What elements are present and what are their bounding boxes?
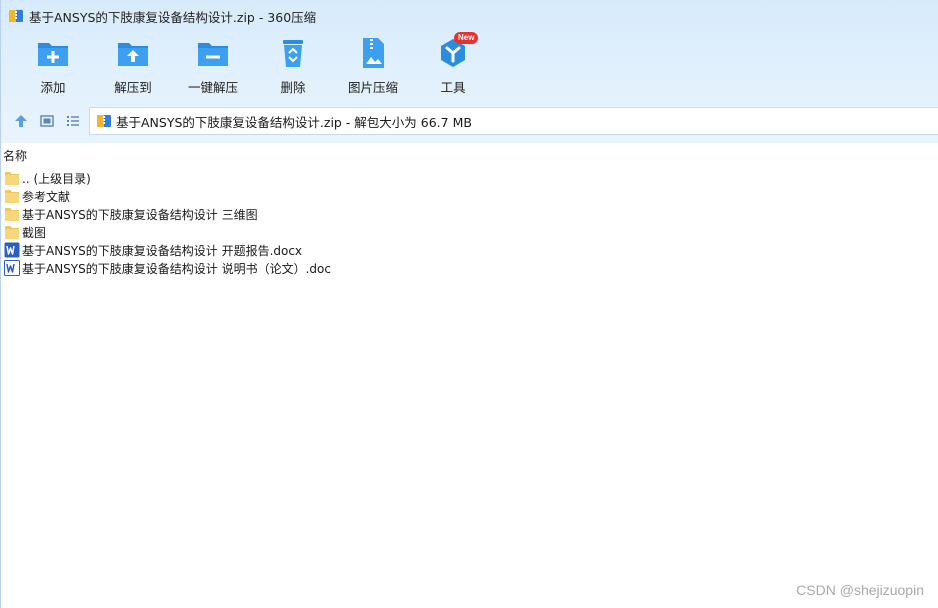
folder-oneclick-icon xyxy=(198,43,228,66)
folder-extract-icon xyxy=(118,43,148,66)
delete-button[interactable]: 删除 xyxy=(253,36,333,96)
window-title: 基于ANSYS的下肢康复设备结构设计.zip - 360压缩 xyxy=(29,9,317,25)
toolbar: 添加 解压到 一键解压 删除 图片压缩 New 工具 xyxy=(1,32,938,98)
list-item[interactable]: 基于ANSYS的下肢康复设备结构设计 三维图 xyxy=(4,205,604,223)
arrow-up-icon xyxy=(15,115,27,127)
file-name: 参考文献 xyxy=(22,189,71,204)
folder-icon xyxy=(5,190,19,203)
up-level-button[interactable] xyxy=(12,112,30,130)
thumbnail-view-button[interactable] xyxy=(38,112,56,130)
name-column-label: 名称 xyxy=(3,149,28,163)
file-name: 截图 xyxy=(22,225,47,240)
new-badge: New xyxy=(454,32,479,44)
top-area: 基于ANSYS的下肢康复设备结构设计.zip - 360压缩 添加 解压到 一键… xyxy=(1,0,938,143)
folder-add-icon xyxy=(38,43,68,66)
image-compress-button[interactable]: 图片压缩 xyxy=(333,36,413,96)
extract-to-label: 解压到 xyxy=(114,80,152,95)
file-list: .. (上级目录) 参考文献 基于ANSYS的下肢康复设备结构设计 三维图 截图 xyxy=(4,169,604,277)
one-click-extract-label: 一键解压 xyxy=(187,80,238,95)
tools-icon-wrap: New xyxy=(436,32,479,70)
folder-icon xyxy=(5,208,19,221)
name-column-header[interactable]: 名称 xyxy=(1,147,938,163)
image-compress-label: 图片压缩 xyxy=(347,80,398,95)
word-docx-icon xyxy=(4,242,20,258)
folder-icon xyxy=(5,172,19,185)
list-item[interactable]: 基于ANSYS的下肢康复设备结构设计 开题报告.docx xyxy=(4,241,604,259)
list-item[interactable]: 基于ANSYS的下肢康复设备结构设计 说明书（论文）.doc xyxy=(4,259,604,277)
navigation-bar: 基于ANSYS的下肢康复设备结构设计.zip - 解包大小为 66.7 MB xyxy=(1,106,938,136)
list-view-icon xyxy=(67,116,79,126)
add-label: 添加 xyxy=(40,80,66,95)
tools-label: 工具 xyxy=(440,80,466,95)
app-window: 基于ANSYS的下肢康复设备结构设计.zip - 360压缩 添加 解压到 一键… xyxy=(0,0,938,608)
file-name: 基于ANSYS的下肢康复设备结构设计 开题报告.docx xyxy=(22,243,303,258)
list-item[interactable]: 参考文献 xyxy=(4,187,604,205)
list-item-parent-dir[interactable]: .. (上级目录) xyxy=(4,169,604,187)
address-text: 基于ANSYS的下肢康复设备结构设计.zip - 解包大小为 66.7 MB xyxy=(116,114,472,130)
image-compress-icon xyxy=(363,38,384,68)
file-name: 基于ANSYS的下肢康复设备结构设计 三维图 xyxy=(22,207,258,222)
one-click-extract-button[interactable]: 一键解压 xyxy=(173,36,253,96)
word-doc-icon xyxy=(4,260,20,276)
address-bar[interactable]: 基于ANSYS的下肢康复设备结构设计.zip - 解包大小为 66.7 MB xyxy=(89,107,938,135)
list-item[interactable]: 截图 xyxy=(4,223,604,241)
recycle-bin-icon xyxy=(283,40,303,67)
list-view-button[interactable] xyxy=(64,112,82,130)
thumbnail-view-icon xyxy=(40,115,54,127)
watermark: CSDN @shejizuopin xyxy=(796,582,924,598)
archive-file-icon xyxy=(97,115,111,127)
title-bar: 基于ANSYS的下肢康复设备结构设计.zip - 360压缩 xyxy=(1,0,938,32)
archive-app-icon xyxy=(9,10,23,22)
extract-to-button[interactable]: 解压到 xyxy=(93,36,173,96)
file-name: 基于ANSYS的下肢康复设备结构设计 说明书（论文）.doc xyxy=(22,261,331,276)
add-button[interactable]: 添加 xyxy=(13,36,93,96)
delete-label: 删除 xyxy=(280,80,306,95)
tools-button[interactable]: New 工具 xyxy=(413,32,493,96)
file-name: .. (上级目录) xyxy=(22,171,91,186)
folder-icon xyxy=(5,226,19,239)
